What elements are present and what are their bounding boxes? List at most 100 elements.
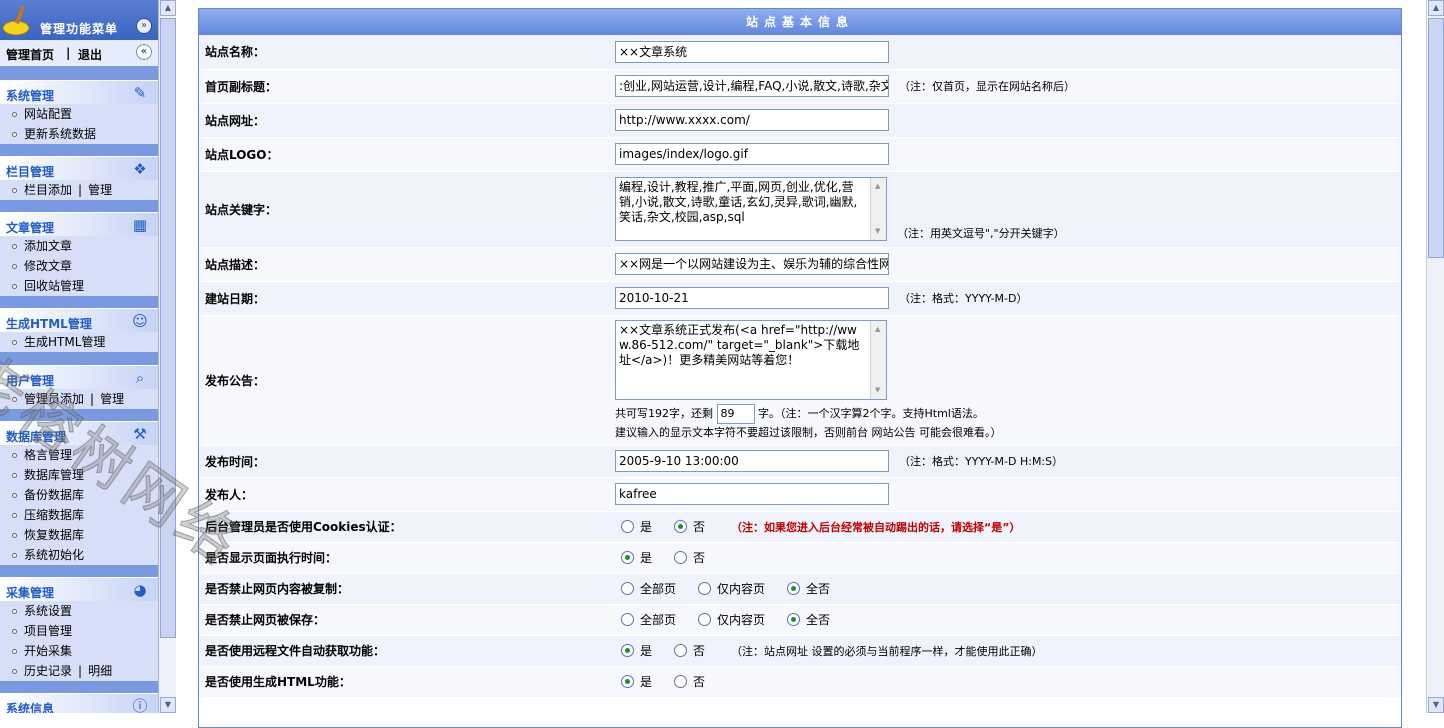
sidebar-group-title: 用户管理 (6, 374, 55, 388)
page-scroll-thumb[interactable] (1428, 18, 1444, 258)
sidebar-item-link[interactable]: 数据库管理 (24, 468, 84, 482)
row-site-url: 站点网址： http://www.xxxx.com/ (199, 103, 1401, 138)
sidebar-item-link[interactable]: 管理 (100, 392, 124, 406)
site-logo-label: 站点LOGO： (199, 137, 607, 172)
sidebar-item-link[interactable]: 栏目添加 (24, 183, 72, 197)
sidebar-item-link[interactable]: 管理 (88, 183, 112, 197)
sidebar-item: 恢复数据库 (0, 525, 158, 545)
bullet-icon (12, 340, 17, 345)
disable-save-radio[interactable] (787, 613, 801, 626)
remote-fetch-option-label: 否 (693, 644, 706, 658)
disable-copy-radio[interactable] (787, 582, 801, 595)
sidebar-group-header[interactable]: 系统信息 ⓘ (0, 693, 158, 713)
row-notice: 发布公告： ××文章系统正式发布(<a href="http://www.86-… (199, 315, 1401, 446)
sidebar-item-link[interactable]: 生成HTML管理 (24, 335, 105, 349)
remote-fetch-radio[interactable] (621, 644, 634, 657)
site-name-input[interactable]: ××文章系统 (615, 40, 889, 63)
publish-time-input[interactable]: 2005-9-10 13:00:00 (615, 450, 889, 472)
logout-link[interactable]: 退出 (78, 46, 102, 63)
notice-textarea[interactable]: ××文章系统正式发布(<a href="http://www.86-512.co… (615, 320, 887, 400)
notice-scrollbar[interactable] (870, 321, 886, 399)
sidebar-top-links: 管理首页 | 退出 « (0, 40, 158, 66)
sidebar-item-link[interactable]: 修改文章 (24, 259, 72, 273)
gen-html-radio[interactable] (674, 675, 688, 688)
gen-html-radio[interactable] (621, 675, 634, 688)
site-name-label: 站点名称： (199, 35, 607, 70)
sidebar-group-header[interactable]: 数据库管理 ⚒ (0, 421, 158, 445)
remote-fetch-radio[interactable] (674, 644, 688, 657)
sidebar-group-header[interactable]: 文章管理 ▦ (0, 212, 158, 236)
admin-home-link[interactable]: 管理首页 (6, 46, 54, 63)
cookies-auth-option-label: 是 (640, 520, 653, 534)
sidebar-group-header[interactable]: 系统管理 ✎ (0, 80, 158, 104)
show-exec-time-radio[interactable] (674, 551, 688, 564)
sidebar-group-header[interactable]: 生成HTML管理 ☺ (0, 308, 158, 332)
row-site-name: 站点名称： ××文章系统 (199, 35, 1401, 70)
toggle-left-icon[interactable]: « (136, 44, 152, 60)
keywords-text: 编程,设计,教程,推广,平面,网页,创业,优化,营销,小说,散文,诗歌,童话,玄… (619, 180, 858, 224)
sidebar-item-link[interactable]: 明细 (88, 664, 112, 678)
sidebar-group-title: 数据库管理 (6, 430, 67, 444)
disable-copy-option-label: 全否 (806, 582, 831, 596)
scroll-thumb[interactable] (160, 18, 176, 638)
keywords-scrollbar[interactable] (870, 178, 886, 240)
gen-html-option-label: 是 (640, 675, 653, 689)
build-date-input[interactable]: 2010-10-21 (615, 287, 889, 309)
cookies-auth-option-label: 否 (693, 520, 706, 534)
sidebar-item: 网站配置 (0, 104, 158, 124)
notice-remaining-input[interactable]: 89 (716, 404, 755, 424)
scroll-up-icon[interactable]: ▲ (160, 0, 176, 16)
sidebar-item-link[interactable]: 添加文章 (24, 239, 72, 253)
sidebar-group: 采集管理 ◕ 系统设置 项目管理 开始采集 历史记录 | 明细 (0, 577, 158, 681)
site-url-input[interactable]: http://www.xxxx.com/ (615, 109, 889, 131)
scroll-down-icon[interactable]: ▼ (160, 697, 176, 713)
disable-copy-label: 是否禁止网页内容被复制： (199, 573, 607, 605)
cookies-auth-radio[interactable] (674, 520, 688, 533)
bullet-icon (12, 284, 17, 289)
disable-save-radio[interactable] (698, 613, 712, 626)
sidebar-item-link[interactable]: 备份数据库 (24, 488, 84, 502)
bullet-icon (12, 649, 17, 654)
remote-fetch-label: 是否使用远程文件自动获取功能： (199, 635, 607, 667)
sidebar-item-link[interactable]: 回收站管理 (24, 279, 84, 293)
sidebar-item-link[interactable]: 历史记录 (24, 664, 72, 678)
disable-save-radio[interactable] (621, 613, 634, 626)
publisher-input[interactable]: kafree (615, 483, 889, 505)
sidebar-item-link[interactable]: 开始采集 (24, 644, 72, 658)
page-scroll-up-icon[interactable]: ▲ (1428, 0, 1444, 16)
sidebar-item: 添加文章 (0, 236, 158, 256)
settings-form: 站点名称： ××文章系统 首页副标题： :创业,网站运营,设计,编程,FAQ,小… (199, 35, 1401, 698)
sidebar-item-link[interactable]: 更新系统数据 (24, 127, 96, 141)
sidebar-item-link[interactable]: 恢复数据库 (24, 528, 84, 542)
panel-title: 站点基本信息 (199, 9, 1401, 35)
cookies-auth-label: 后台管理员是否使用Cookies认证： (199, 511, 607, 543)
bullet-icon (12, 553, 17, 558)
notice-count-suffix: 字。（注：一个汉字算2个字。支持Html语法。 (758, 407, 984, 420)
cookies-auth-radio[interactable] (621, 520, 634, 533)
bullet-icon (12, 609, 17, 614)
page-scroll-down-icon[interactable]: ▼ (1428, 697, 1444, 713)
description-input[interactable]: ××网是一个以网站建设为主、娱乐为辅的综合性网 (615, 253, 889, 275)
sidebar-group: 系统信息 ⓘ (0, 693, 158, 713)
disable-copy-radio[interactable] (621, 582, 634, 595)
sidebar-group-header[interactable]: 栏目管理 ❖ (0, 156, 158, 180)
disable-save-option-label: 全否 (806, 613, 831, 627)
collapse-menu-icon[interactable]: » (136, 18, 152, 34)
sidebar-item-link[interactable]: 系统初始化 (24, 548, 84, 562)
sidebar-item-link[interactable]: 管理员添加 (24, 392, 84, 406)
sidebar-group-header[interactable]: 采集管理 ◕ (0, 577, 158, 601)
sidebar-item-link[interactable]: 项目管理 (24, 624, 72, 638)
sidebar-item-link[interactable]: 格言管理 (24, 448, 72, 462)
sidebar-scrollbar[interactable]: ▲ ▼ (158, 0, 176, 713)
subtitle-input[interactable]: :创业,网站运营,设计,编程,FAQ,小说,散文,诗歌,杂文 (615, 75, 889, 97)
sidebar-item-link[interactable]: 系统设置 (24, 604, 72, 618)
sidebar-item-link[interactable]: 压缩数据库 (24, 508, 84, 522)
site-logo-input[interactable]: images/index/logo.gif (615, 143, 889, 165)
keywords-textarea[interactable]: 编程,设计,教程,推广,平面,网页,创业,优化,营销,小说,散文,诗歌,童话,玄… (615, 177, 887, 241)
sidebar-item-link[interactable]: 网站配置 (24, 107, 72, 121)
sidebar-group-header[interactable]: 用户管理 ⌕ (0, 365, 158, 389)
page-scrollbar[interactable]: ▲ ▼ (1426, 0, 1444, 713)
show-exec-time-radio[interactable] (621, 551, 634, 564)
sidebar-item: 管理员添加 | 管理 (0, 389, 158, 409)
disable-copy-radio[interactable] (698, 582, 712, 595)
